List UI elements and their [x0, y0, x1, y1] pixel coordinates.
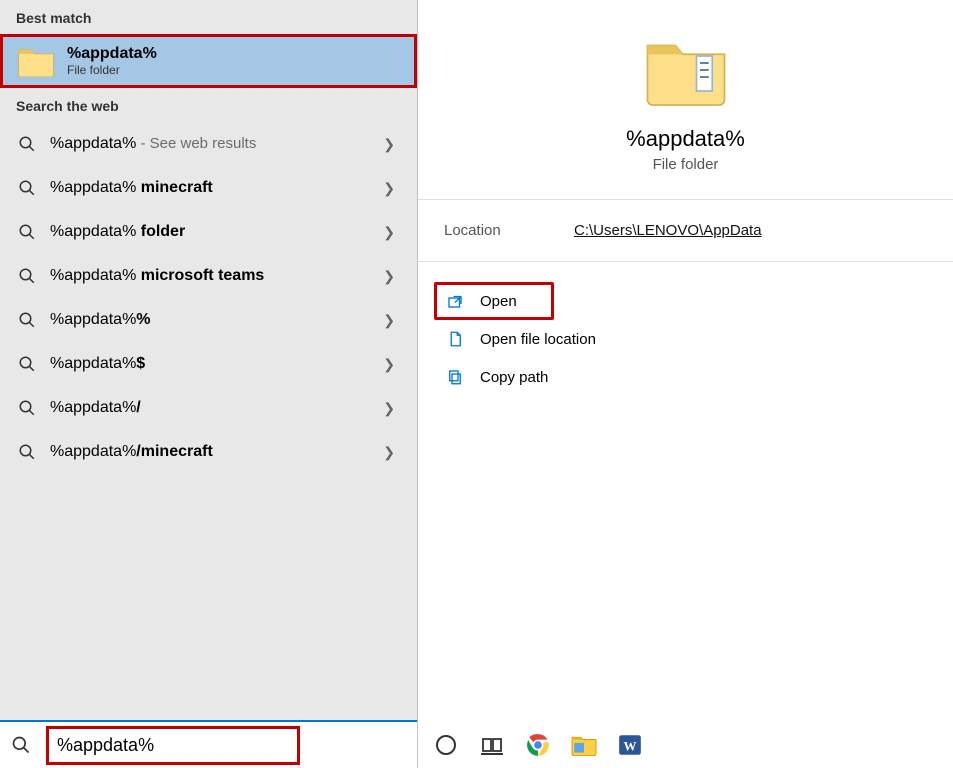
- taskview-icon[interactable]: [478, 731, 506, 759]
- chevron-right-icon: ❯: [377, 136, 401, 153]
- taskbar: W: [418, 722, 953, 768]
- best-match-subtitle: File folder: [67, 63, 157, 77]
- web-result-item[interactable]: %appdata%/minecraft❯: [0, 430, 417, 474]
- best-match-title: %appdata%: [67, 45, 157, 63]
- web-result-item[interactable]: %appdata%%❯: [0, 298, 417, 342]
- open-label: Open: [480, 293, 517, 310]
- web-result-item[interactable]: %appdata% minecraft❯: [0, 166, 417, 210]
- location-label: Location: [444, 222, 574, 239]
- web-result-label: %appdata% microsoft teams: [50, 267, 377, 285]
- search-icon: [16, 133, 38, 155]
- web-result-label: %appdata% - See web results: [50, 135, 377, 153]
- cortana-icon[interactable]: [432, 731, 460, 759]
- copy-path-label: Copy path: [480, 369, 548, 386]
- chevron-right-icon: ❯: [377, 312, 401, 329]
- chevron-right-icon: ❯: [377, 444, 401, 461]
- search-icon: [16, 177, 38, 199]
- details-subtitle: File folder: [653, 156, 719, 173]
- copy-icon: [444, 366, 466, 388]
- folder-icon: [17, 45, 55, 77]
- web-result-item[interactable]: %appdata% folder❯: [0, 210, 417, 254]
- search-icon: [16, 221, 38, 243]
- search-icon: [10, 734, 32, 756]
- file-explorer-icon[interactable]: [570, 731, 598, 759]
- svg-text:W: W: [624, 738, 637, 753]
- web-result-item[interactable]: %appdata%$❯: [0, 342, 417, 386]
- chevron-right-icon: ❯: [377, 268, 401, 285]
- web-result-label: %appdata% folder: [50, 223, 377, 241]
- web-result-label: %appdata%/minecraft: [50, 443, 377, 461]
- word-icon[interactable]: W: [616, 731, 644, 759]
- web-result-item[interactable]: %appdata%/❯: [0, 386, 417, 430]
- search-icon: [16, 265, 38, 287]
- search-web-header: Search the web: [0, 88, 417, 122]
- web-result-label: %appdata%/: [50, 399, 377, 417]
- chevron-right-icon: ❯: [377, 356, 401, 373]
- search-icon: [16, 441, 38, 463]
- open-icon: [444, 290, 466, 312]
- search-results-panel: Best match %appdata% File folder Search …: [0, 0, 418, 768]
- web-result-label: %appdata%$: [50, 355, 377, 373]
- file-location-icon: [444, 328, 466, 350]
- web-result-item[interactable]: %appdata% microsoft teams❯: [0, 254, 417, 298]
- chevron-right-icon: ❯: [377, 180, 401, 197]
- search-bar: [0, 720, 417, 768]
- location-row: Location C:\Users\LENOVO\AppData: [418, 200, 953, 262]
- details-title: %appdata%: [626, 126, 745, 152]
- search-input[interactable]: [51, 729, 295, 762]
- search-icon: [16, 397, 38, 419]
- details-panel: %appdata% File folder Location C:\Users\…: [418, 0, 953, 768]
- chevron-right-icon: ❯: [377, 400, 401, 417]
- folder-icon: [644, 34, 728, 106]
- open-action[interactable]: Open: [434, 282, 554, 320]
- chrome-icon[interactable]: [524, 731, 552, 759]
- location-link[interactable]: C:\Users\LENOVO\AppData: [574, 222, 762, 239]
- web-result-item[interactable]: %appdata% - See web results❯: [0, 122, 417, 166]
- web-result-label: %appdata%%: [50, 311, 377, 329]
- copy-path-action[interactable]: Copy path: [434, 358, 937, 396]
- chevron-right-icon: ❯: [377, 224, 401, 241]
- web-result-label: %appdata% minecraft: [50, 179, 377, 197]
- open-file-location-action[interactable]: Open file location: [434, 320, 937, 358]
- best-match-item[interactable]: %appdata% File folder: [0, 34, 417, 88]
- search-icon: [16, 353, 38, 375]
- best-match-header: Best match: [0, 0, 417, 34]
- search-icon: [16, 309, 38, 331]
- open-file-location-label: Open file location: [480, 331, 596, 348]
- web-results-list: %appdata% - See web results❯%appdata% mi…: [0, 122, 417, 474]
